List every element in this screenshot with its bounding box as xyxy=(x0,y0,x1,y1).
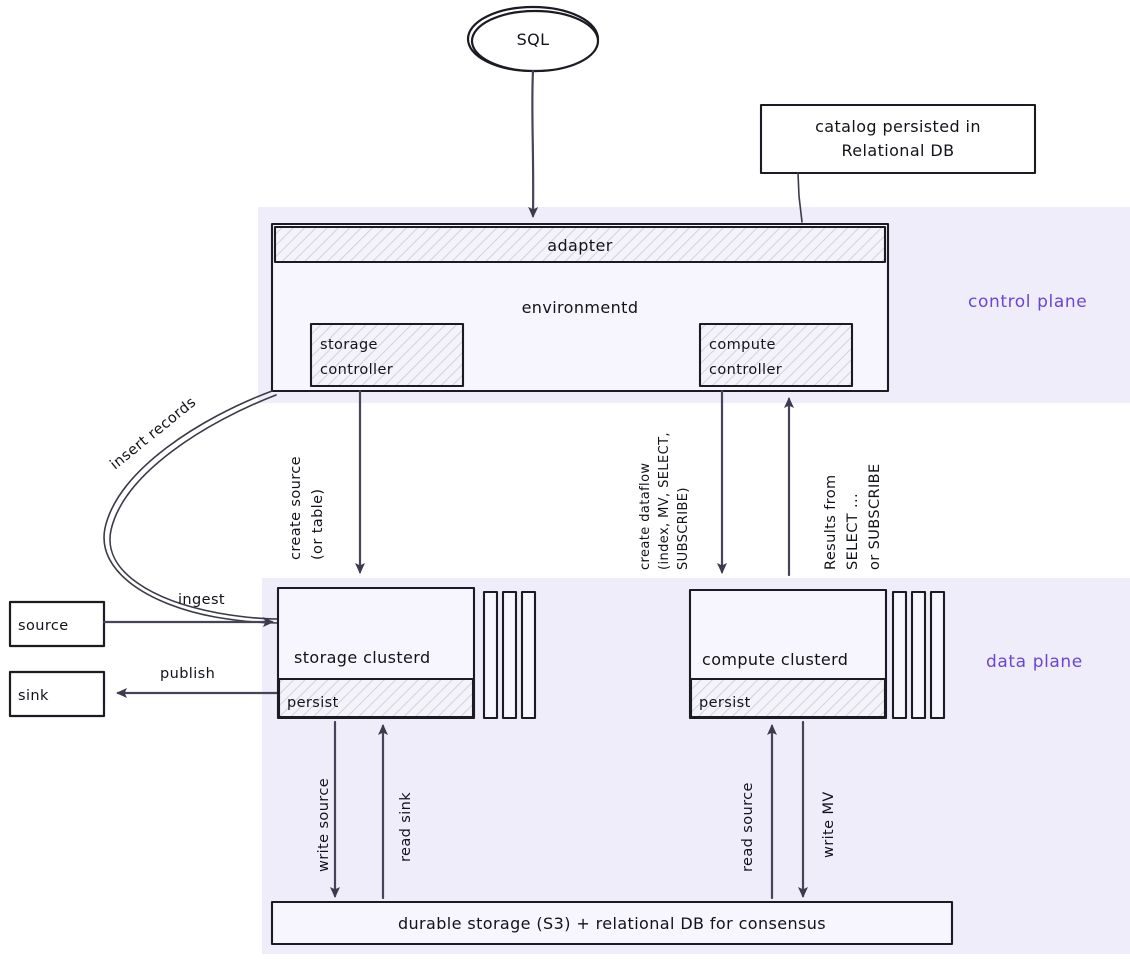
edge-create-dataflow-label-line2: (index, MV, SELECT, xyxy=(657,432,672,570)
architecture-diagram: SQL catalog persisted in Relational DB a… xyxy=(0,0,1130,963)
edge-insert-records xyxy=(103,390,279,624)
adapter-label: adapter xyxy=(547,236,612,255)
compute-replica-sheet-1 xyxy=(891,590,908,720)
storage-replica-sheet-2 xyxy=(501,590,518,720)
data-plane-label: data plane xyxy=(986,652,1083,672)
catalog-label-line1: catalog persisted in xyxy=(815,117,981,136)
edge-sql-to-adapter xyxy=(528,69,539,218)
storage-controller-label-line1: storage xyxy=(320,337,378,353)
edge-read-sink-label: read sink xyxy=(398,792,414,862)
edge-write-mv-label: write MV xyxy=(821,791,837,858)
edge-results-label-line1: Results from xyxy=(823,474,839,570)
compute-persist-label: persist xyxy=(699,695,751,711)
storage-clusterd-label: storage clusterd xyxy=(294,648,431,667)
storage-replica-sheet-1 xyxy=(482,590,499,720)
edge-create-source-label-line2: (or table) xyxy=(310,489,326,560)
durable-storage-label: durable storage (S3) + relational DB for… xyxy=(398,914,826,933)
edge-results-label-line2: SELECT ... xyxy=(845,493,861,570)
edge-read-source-label: read source xyxy=(740,782,756,872)
control-plane-label: control plane xyxy=(968,292,1087,312)
environmentd-label: environmentd xyxy=(522,298,639,317)
diagram-canvas: SQL catalog persisted in Relational DB a… xyxy=(8,5,1130,954)
edge-create-source-label-line1: create source xyxy=(288,456,304,560)
compute-controller-label-line1: compute xyxy=(709,337,776,353)
compute-replica-sheet-3 xyxy=(929,590,946,720)
source-label: source xyxy=(18,618,69,634)
edge-ingest-label: ingest xyxy=(178,592,225,608)
edge-results-label-line3: or SUBSCRIBE xyxy=(867,463,883,570)
catalog-box xyxy=(759,103,1037,175)
storage-controller-label-line2: controller xyxy=(320,362,393,378)
catalog-label-line2: Relational DB xyxy=(842,141,955,160)
sql-label: SQL xyxy=(517,30,550,49)
edge-create-dataflow-label-line3: SUBSCRIBE) xyxy=(676,487,691,570)
compute-replica-sheet-2 xyxy=(910,590,927,720)
compute-clusterd-label: compute clusterd xyxy=(702,650,848,669)
storage-replica-sheet-3 xyxy=(520,590,537,720)
edge-publish-label: publish xyxy=(160,666,215,682)
edge-write-source-label: write source xyxy=(316,778,332,872)
storage-persist-label: persist xyxy=(287,695,339,711)
edge-create-dataflow-label-line1: create dataflow xyxy=(638,463,653,570)
sink-label: sink xyxy=(18,688,49,704)
compute-controller-label-line2: controller xyxy=(709,362,782,378)
